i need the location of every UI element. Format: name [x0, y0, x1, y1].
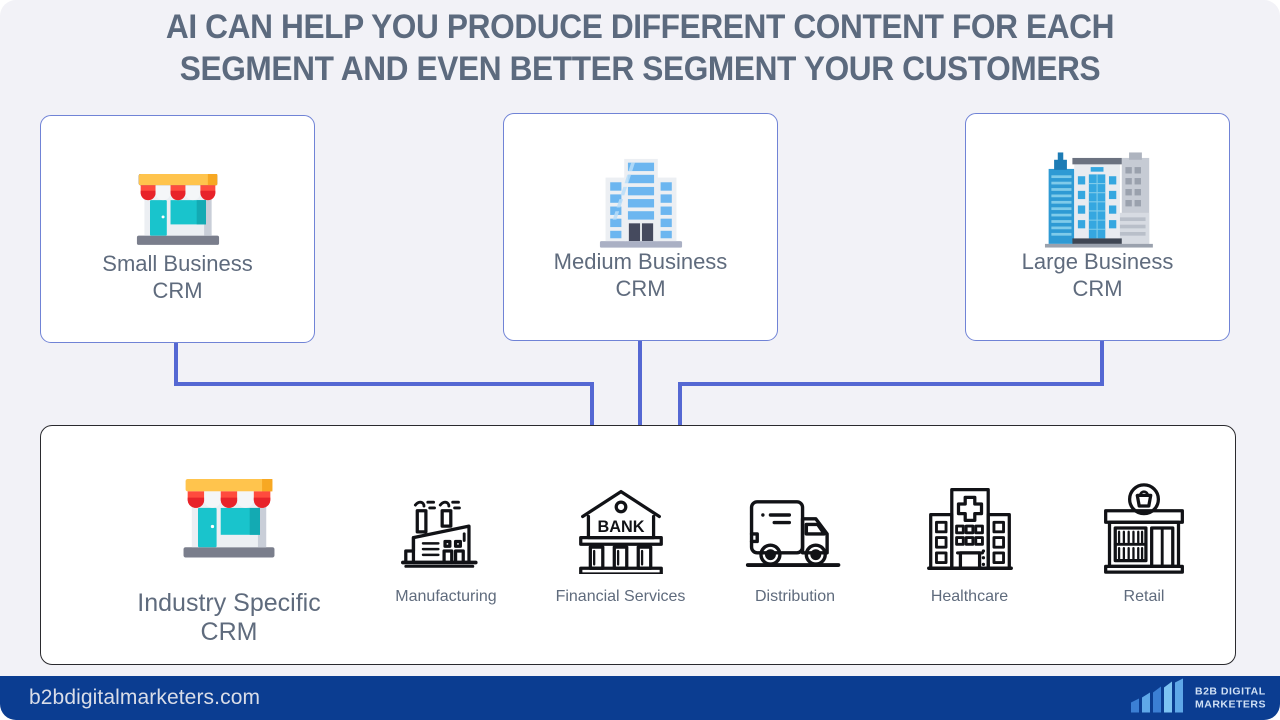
bar-chart-logo-icon	[1129, 678, 1187, 718]
industry-specific-label: Industry Specific CRM	[137, 589, 321, 646]
office-building-icon	[504, 136, 777, 256]
industry-item-label: Healthcare	[930, 588, 1009, 605]
industry-specific-panel[interactable]: Industry Specific CRM Manufacturing BANK…	[40, 425, 1236, 665]
segment-card-medium-business[interactable]: Medium Business CRM	[503, 113, 778, 341]
delivery-truck-icon	[744, 478, 846, 574]
connector-small-vertical	[174, 343, 178, 386]
footer-logo[interactable]: B2B DIGITAL MARKETERS	[1129, 678, 1266, 718]
segment-card-large-business[interactable]: Large Business CRM	[965, 113, 1230, 341]
storefront-icon	[41, 138, 314, 258]
connector-large-dropin	[678, 382, 682, 426]
city-skyline-icon	[966, 136, 1229, 256]
storefront-icon	[167, 448, 291, 577]
connector-medium-vertical	[638, 341, 642, 426]
bank-icon: BANK	[573, 478, 669, 574]
industry-item-retail[interactable]: Retail	[1069, 478, 1219, 606]
industry-item-label: Distribution	[754, 588, 836, 605]
segment-card-label: Medium Business CRM	[553, 249, 728, 301]
footer-bar: b2bdigitalmarketers.com B2B DIGITAL MARK…	[0, 676, 1280, 720]
footer-website-url[interactable]: b2bdigitalmarketers.com	[29, 686, 260, 710]
page-title: AI CAN HELP YOU PRODUCE DIFFERENT CONTEN…	[165, 8, 1115, 88]
industry-item-manufacturing[interactable]: Manufacturing	[371, 478, 521, 606]
segment-card-label: Small Business CRM	[102, 251, 253, 303]
connector-small-dropin	[590, 382, 594, 426]
connector-large-horizontal	[678, 382, 1104, 386]
industry-items-row: Manufacturing BANK Financial Services Di…	[371, 478, 1219, 606]
industry-item-distribution[interactable]: Distribution	[720, 478, 870, 606]
connector-small-horizontal	[174, 382, 594, 386]
industry-item-healthcare[interactable]: Healthcare	[895, 478, 1045, 606]
industry-item-label: Financial Services	[555, 588, 686, 605]
industry-item-label: Retail	[1123, 588, 1165, 605]
industry-item-label: Manufacturing	[395, 588, 497, 605]
svg-text:BANK: BANK	[597, 518, 644, 536]
segment-card-label: Large Business CRM	[1021, 249, 1174, 301]
factory-icon	[398, 478, 494, 574]
footer-logo-text: B2B DIGITAL MARKETERS	[1194, 685, 1266, 710]
connector-large-vertical	[1100, 341, 1104, 386]
segment-card-small-business[interactable]: Small Business CRM	[40, 115, 315, 343]
industry-item-financial-services[interactable]: BANK Financial Services	[546, 478, 696, 606]
hospital-icon	[923, 478, 1017, 574]
infographic-canvas: AI CAN HELP YOU PRODUCE DIFFERENT CONTEN…	[0, 0, 1280, 720]
industry-specific-block: Industry Specific CRM	[103, 448, 355, 647]
retail-shop-icon	[1096, 478, 1192, 574]
